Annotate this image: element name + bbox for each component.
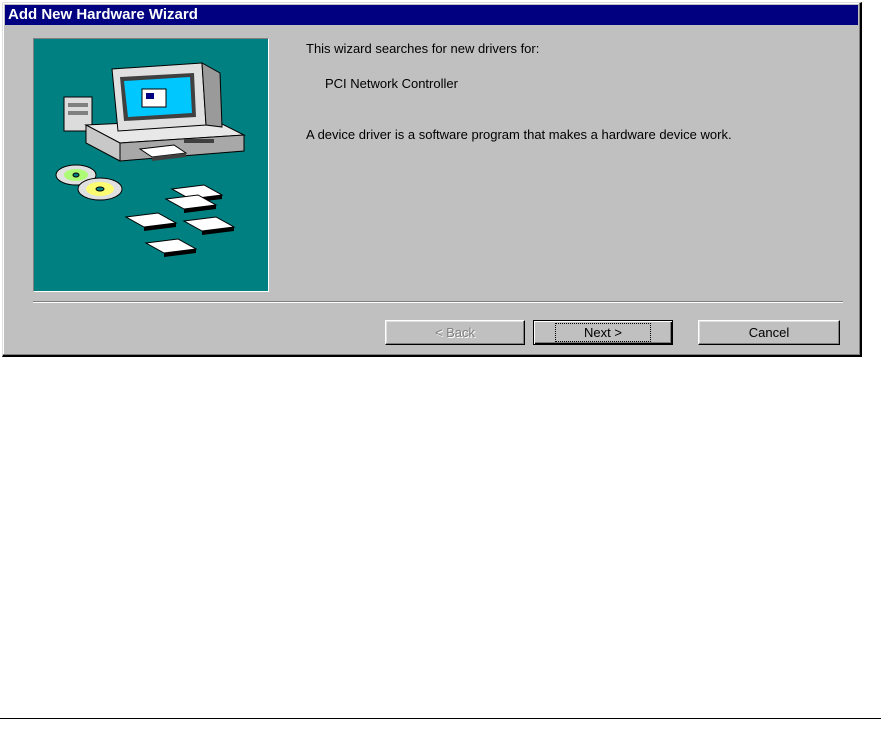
floppy-disk-icon <box>124 184 236 257</box>
wizard-window: Add New Hardware Wizard This wizard sear… <box>2 2 862 357</box>
next-button[interactable]: Next > <box>533 320 673 345</box>
window-title[interactable]: Add New Hardware Wizard <box>5 5 858 25</box>
cancel-button[interactable]: Cancel <box>698 320 840 345</box>
computer-icon <box>63 62 246 162</box>
cd-rom-disc-icon <box>55 164 123 201</box>
cancel-button-label: Cancel <box>748 325 790 340</box>
intro-text: This wizard searches for new drivers for… <box>306 41 540 56</box>
button-separator <box>33 301 843 303</box>
wizard-illustration-panel <box>33 38 269 292</box>
next-button-label: Next > <box>555 323 651 342</box>
back-button[interactable]: < Back <box>385 320 525 345</box>
page-footer-rule <box>0 718 881 719</box>
device-name: PCI Network Controller <box>325 76 458 91</box>
back-button-label: < Back <box>434 325 476 340</box>
driver-description: A device driver is a software program th… <box>306 127 732 142</box>
